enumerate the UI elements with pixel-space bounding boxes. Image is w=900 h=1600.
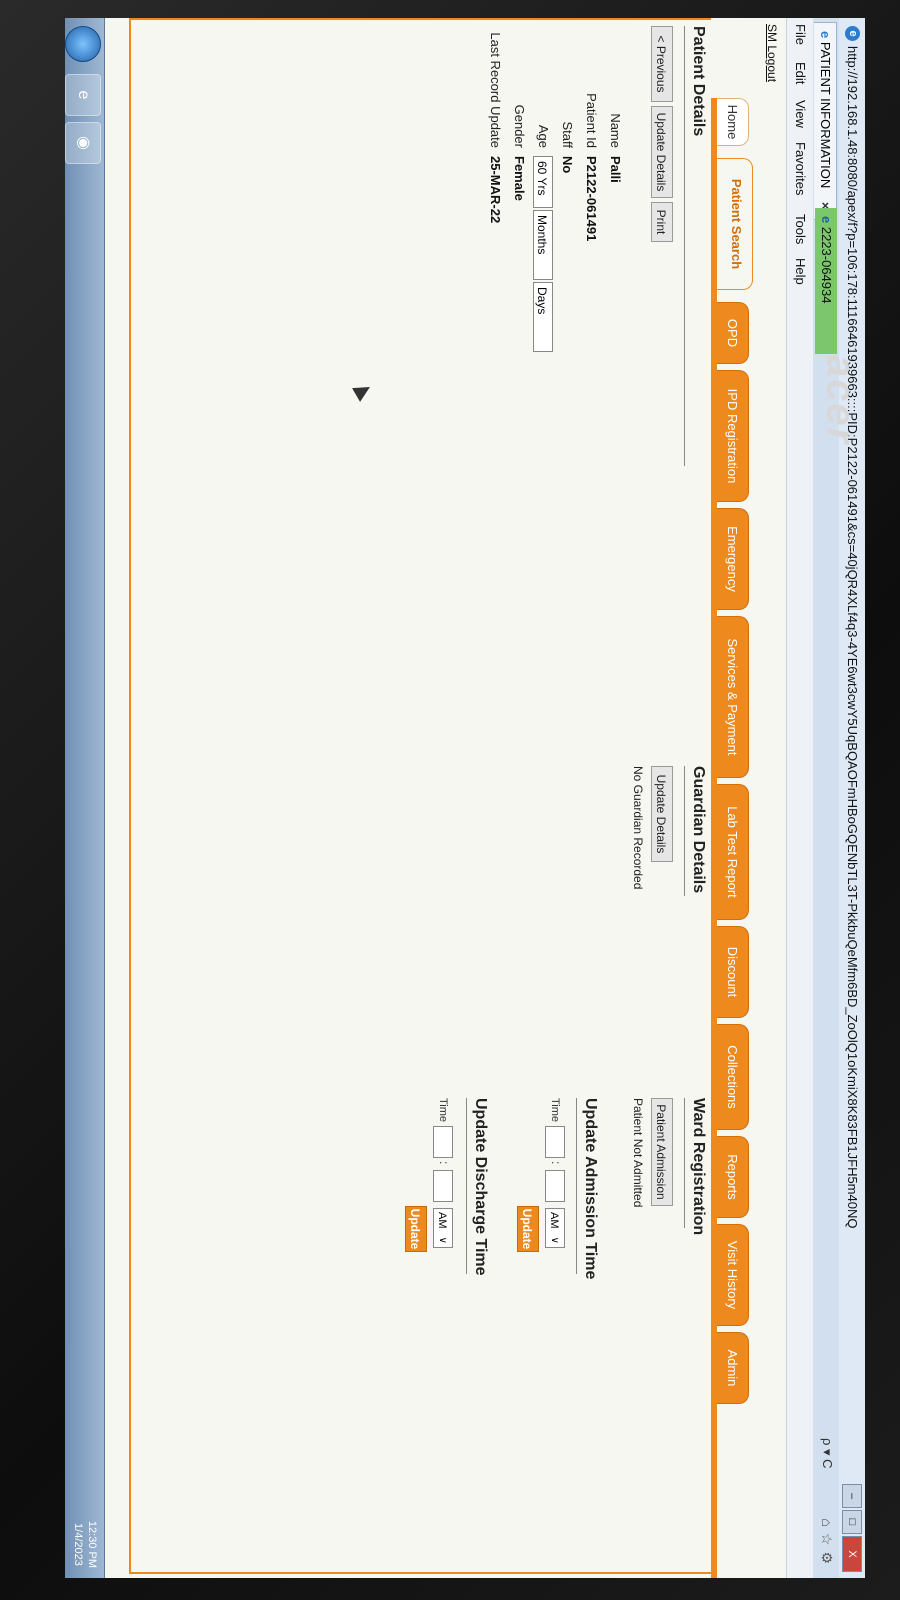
section-rule — [684, 26, 685, 466]
nav-tab-services-payment[interactable]: Services & Payment — [716, 616, 749, 778]
menu-file[interactable]: File — [793, 24, 808, 45]
menu-edit[interactable]: Edit — [793, 62, 808, 84]
print-button[interactable]: Print — [651, 202, 673, 242]
minimize-button[interactable]: – — [842, 1484, 862, 1508]
previous-button[interactable]: < Previous — [651, 26, 673, 102]
browser-tab-label: 2223-064934 — [819, 226, 834, 304]
ie-icon: e — [845, 26, 860, 41]
browser-tab-patient-information[interactable]: e PATIENT INFORMATION × — [814, 22, 837, 220]
nav-tab-home[interactable]: Home — [716, 98, 749, 146]
admission-status: Patient Not Admitted — [631, 1098, 645, 1208]
menu-favorites[interactable]: Favorites — [793, 142, 808, 195]
star-icon[interactable]: ☆ — [819, 1533, 835, 1552]
nav-tab-opd[interactable]: OPD — [716, 302, 749, 364]
admission-hour-input[interactable] — [545, 1126, 565, 1158]
nav-stripe — [711, 98, 717, 1578]
discharge-time-title: Update Discharge Time — [472, 1098, 489, 1276]
name-value: Palli — [608, 156, 623, 183]
system-clock[interactable]: 12:30 PM 1/4/2023 — [71, 1521, 99, 1568]
patient-id-value: P2122-061491 — [584, 156, 599, 242]
window-controls: – □ X — [842, 1484, 862, 1572]
patient-details-title: Patient Details — [690, 26, 707, 137]
staff-value: No — [560, 156, 575, 174]
age-days-field[interactable]: Days — [533, 282, 553, 352]
nav-tab-collections[interactable]: Collections — [716, 1024, 749, 1130]
menu-help[interactable]: Help — [793, 258, 808, 285]
main-nav: Home Patient Search OPD IPD Registration… — [711, 98, 755, 1578]
browser-tab-label: PATIENT INFORMATION — [818, 41, 833, 189]
discharge-hour-input[interactable] — [433, 1126, 453, 1158]
admission-minute-input[interactable] — [545, 1170, 565, 1202]
close-button[interactable]: X — [842, 1536, 862, 1572]
ie-icon[interactable]: e — [65, 74, 101, 116]
section-rule — [684, 766, 685, 896]
nav-tab-visit-history[interactable]: Visit History — [716, 1224, 749, 1326]
admission-time-title: Update Admission Time — [582, 1098, 599, 1280]
patient-admission-button[interactable]: Patient Admission — [651, 1098, 673, 1206]
admission-update-button[interactable]: Update — [517, 1206, 539, 1252]
browser-tab-second[interactable]: e 2223-064934 — [815, 208, 837, 354]
nav-tab-discount[interactable]: Discount — [716, 926, 749, 1018]
firefox-icon[interactable]: ◉ — [65, 122, 101, 164]
gear-icon[interactable]: ⚙ — [819, 1551, 835, 1570]
content-frame — [129, 18, 711, 1574]
toolbar-icons: ⌂☆⚙ — [818, 1518, 835, 1570]
time-colon: : — [437, 1161, 451, 1165]
address-bar[interactable]: e http://192.168.1.48:8080/apex/f?p=106:… — [838, 18, 865, 1578]
last-update-label: Last Record Update — [488, 32, 503, 148]
section-rule — [684, 1098, 685, 1228]
section-rule — [576, 1098, 577, 1274]
menu-tools[interactable]: Tools — [793, 214, 808, 244]
nav-tab-emergency[interactable]: Emergency — [716, 508, 749, 610]
nav-tab-patient-search[interactable]: Patient Search — [716, 158, 753, 290]
age-months-field[interactable]: Months — [533, 210, 553, 280]
discharge-minute-input[interactable] — [433, 1170, 453, 1202]
clock-time: 12:30 PM — [86, 1520, 98, 1568]
admission-ampm-select[interactable]: AM ∨ — [545, 1208, 565, 1248]
ie-tab-icon: e — [818, 31, 833, 42]
menu-view[interactable]: View — [793, 100, 808, 128]
chevron-down-icon: ∨ — [549, 1236, 560, 1244]
url-text[interactable]: http://192.168.1.48:8080/apex/f?p=106:17… — [845, 46, 860, 1228]
nav-tab-reports[interactable]: Reports — [716, 1136, 749, 1218]
ampm-value: AM — [436, 1212, 448, 1229]
start-button[interactable] — [65, 26, 101, 62]
screen: e http://192.168.1.48:8080/apex/f?p=106:… — [65, 18, 865, 1578]
name-label: Name — [608, 113, 623, 148]
gender-label: Gender — [512, 104, 527, 148]
ie-tab-icon: e — [819, 216, 834, 227]
maximize-button[interactable]: □ — [842, 1510, 862, 1534]
age-label: Age — [536, 124, 551, 148]
patient-id-label: Patient Id — [584, 93, 599, 148]
nav-tab-admin[interactable]: Admin — [716, 1332, 749, 1404]
search-refresh-control[interactable]: ρ ▾ C — [819, 1438, 835, 1469]
ampm-value: AM — [548, 1212, 560, 1229]
admission-time-label: Time — [549, 1098, 561, 1123]
logout-link[interactable]: SM Logout — [765, 24, 779, 82]
gender-value: Female — [512, 156, 527, 201]
ward-registration-title: Ward Registration — [690, 1098, 707, 1236]
nav-tab-ipd-registration[interactable]: IPD Registration — [716, 370, 749, 502]
guardian-details-title: Guardian Details — [690, 766, 707, 894]
staff-label: Staff — [560, 121, 575, 148]
browser-tabs-row: e PATIENT INFORMATION × e 2223-064934 ρ … — [812, 18, 839, 1578]
discharge-update-button[interactable]: Update — [405, 1206, 427, 1252]
guardian-update-details-button[interactable]: Update Details — [651, 766, 673, 862]
guardian-status: No Guardian Recorded — [631, 766, 645, 890]
home-icon[interactable]: ⌂ — [819, 1518, 835, 1532]
menu-bar: File Edit View Favorites Tools Help — [786, 18, 813, 1578]
update-details-button[interactable]: Update Details — [651, 106, 673, 198]
clock-date: 1/4/2023 — [72, 1523, 84, 1566]
monitor-brand-logo: acer — [818, 354, 863, 446]
discharge-ampm-select[interactable]: AM ∨ — [433, 1208, 453, 1248]
time-colon: : — [549, 1161, 563, 1165]
age-years-field[interactable]: 60 Yrs — [533, 156, 553, 208]
last-update-value: 25-MAR-22 — [488, 156, 503, 224]
main-content: Patient Details < Previous Update Detail… — [65, 18, 711, 1578]
discharge-time-label: Time — [437, 1098, 449, 1123]
taskbar: e ◉ 12:30 PM 1/4/2023 — [65, 18, 105, 1578]
section-rule — [466, 1098, 467, 1274]
chevron-down-icon: ∨ — [437, 1236, 448, 1244]
nav-tab-lab-test-report[interactable]: Lab Test Report — [716, 784, 749, 920]
